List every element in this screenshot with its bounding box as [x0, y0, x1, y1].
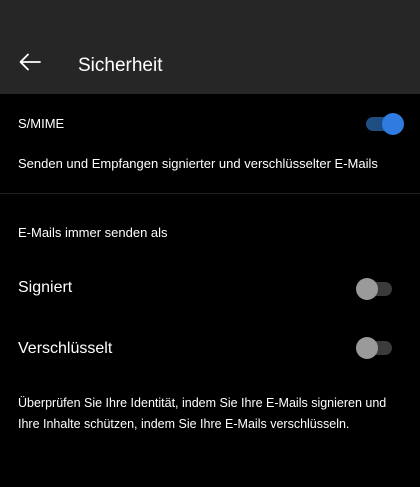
toggle-thumb: [382, 113, 404, 135]
smime-description: Senden und Empfangen signierter und vers…: [18, 155, 378, 173]
app-header: Sicherheit: [0, 0, 420, 94]
signed-toggle[interactable]: [358, 282, 392, 296]
identity-footnote: Überprüfen Sie Ihre Identität, indem Sie…: [18, 393, 408, 435]
encrypted-option-label: Verschlüsselt: [18, 339, 112, 359]
section-divider: [0, 193, 420, 194]
page-title: Sicherheit: [78, 54, 163, 78]
smime-toggle[interactable]: [366, 117, 400, 131]
arrow-left-icon: [19, 53, 41, 71]
back-button[interactable]: [12, 44, 48, 80]
signed-option-label: Signiert: [18, 278, 72, 298]
send-as-section-label: E-Mails immer senden als: [18, 224, 168, 242]
toggle-thumb: [356, 278, 378, 300]
toggle-thumb: [356, 337, 378, 359]
encrypted-toggle[interactable]: [358, 341, 392, 355]
smime-label: S/MIME: [18, 115, 64, 133]
